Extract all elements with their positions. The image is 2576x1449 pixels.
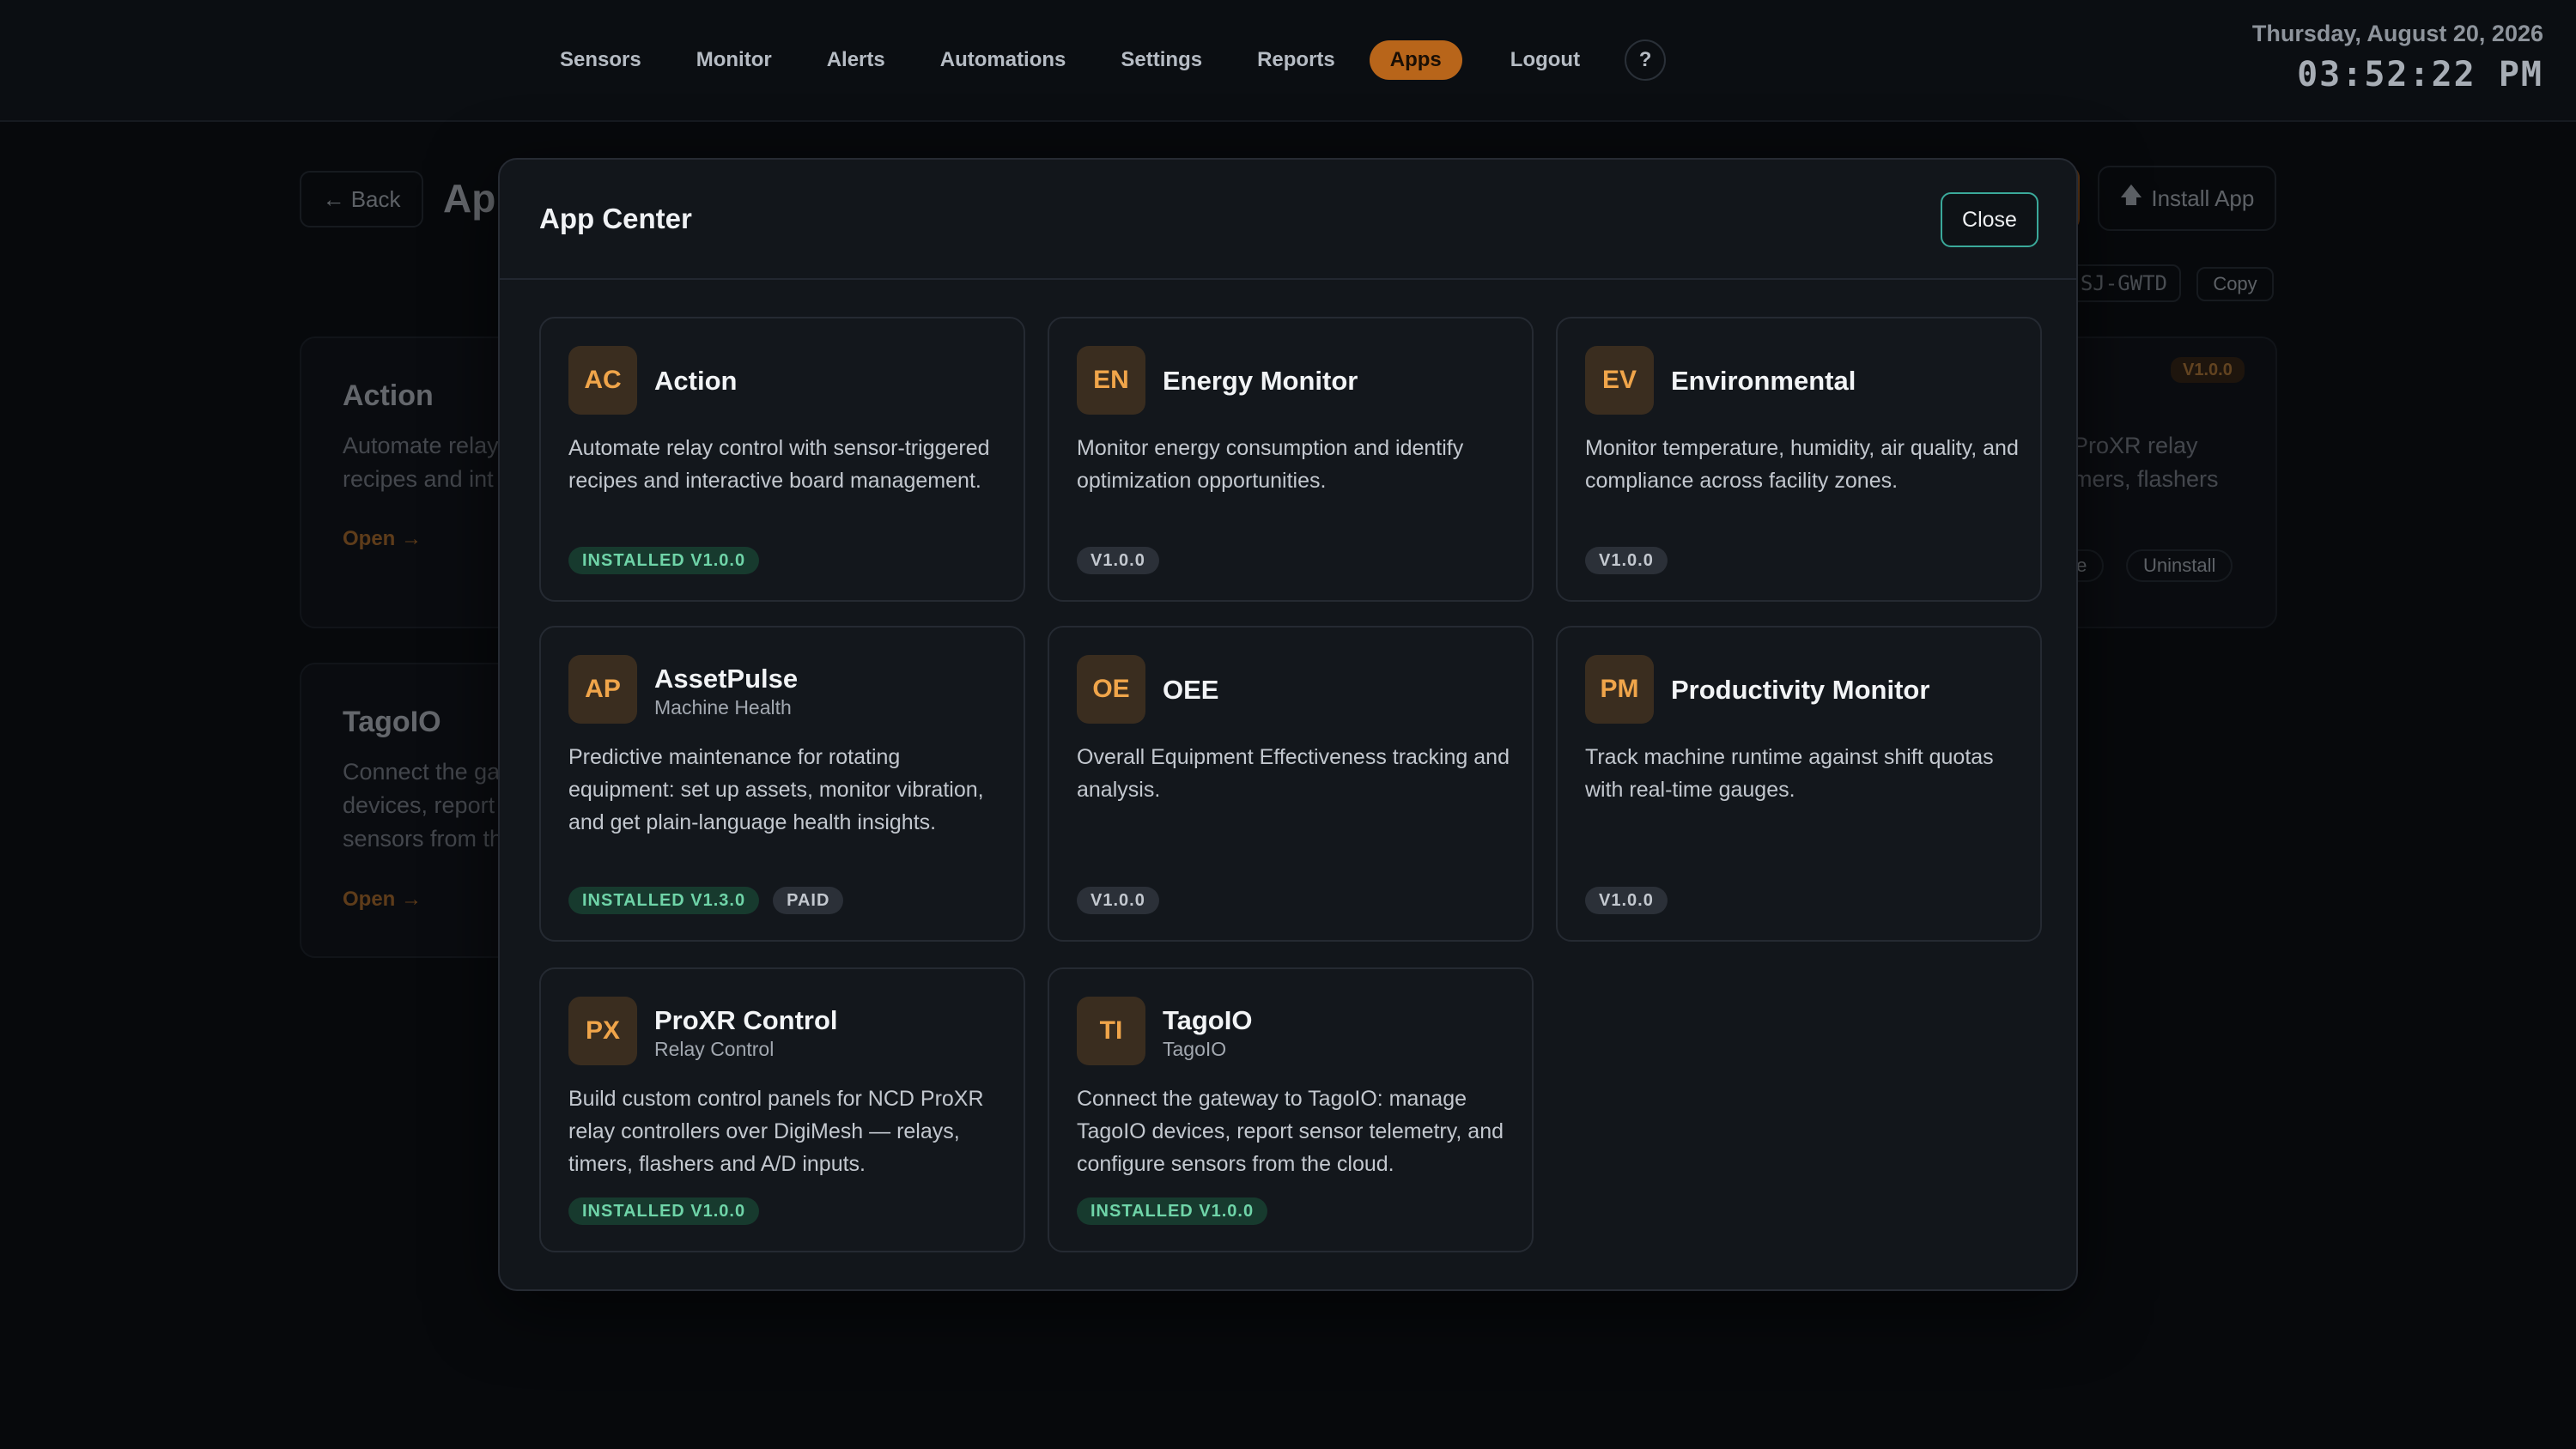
app-card-proxr-control[interactable]: PX ProXR Control Relay Control Build cus… bbox=[539, 967, 1025, 1252]
nav-item-settings[interactable]: Settings bbox=[1093, 40, 1230, 80]
app-badges: INSTALLED V1.0.0 bbox=[568, 1197, 760, 1225]
clock-time: 03:52:22 PM bbox=[2297, 55, 2543, 94]
app-icon: OE bbox=[1077, 655, 1145, 724]
app-icon: EN bbox=[1077, 346, 1145, 415]
version-badge: V1.0.0 bbox=[1077, 547, 1159, 574]
bg-card-desc: ProXR relay mers, flashers bbox=[2073, 429, 2219, 496]
app-icon: TI bbox=[1077, 997, 1145, 1065]
app-badges: INSTALLED V1.0.0 bbox=[1077, 1197, 1268, 1225]
app-name: AssetPulse bbox=[654, 664, 799, 694]
app-icon: AP bbox=[568, 655, 637, 724]
app-subtitle: TagoIO bbox=[1163, 1038, 1227, 1060]
app-badges: V1.0.0 bbox=[1077, 547, 1159, 574]
app-badges: INSTALLED V1.0.0 bbox=[568, 547, 760, 574]
app-name: ProXR Control bbox=[654, 1005, 838, 1035]
gateway-code: SJ-GWTD bbox=[2069, 264, 2181, 302]
version-badge: V1.0.0 bbox=[1585, 887, 1668, 914]
installed-badge: INSTALLED V1.0.0 bbox=[1077, 1197, 1268, 1225]
app-description: Monitor temperature, humidity, air quali… bbox=[1585, 436, 2019, 493]
help-button[interactable]: ? bbox=[1625, 39, 1667, 81]
modal-title: App Center bbox=[539, 203, 692, 234]
bg-card-title: TagoIO bbox=[343, 706, 441, 738]
version-badge: V1.0.0 bbox=[1585, 547, 1668, 574]
app-subtitle: Relay Control bbox=[654, 1038, 775, 1060]
app-name: Environmental bbox=[1671, 366, 1856, 396]
app-description: Build custom control panels for NCD ProX… bbox=[568, 1087, 984, 1176]
nav-item-automations[interactable]: Automations bbox=[913, 40, 1094, 80]
app-name: Action bbox=[654, 366, 738, 396]
main-nav: Sensors Monitor Alerts Automations Setti… bbox=[532, 39, 1667, 81]
installed-badge: INSTALLED V1.0.0 bbox=[568, 547, 760, 574]
install-app-label: Install App bbox=[2151, 185, 2255, 211]
modal-header: App Center Close bbox=[500, 160, 2076, 280]
app-description: Connect the gateway to TagoIO: manage Ta… bbox=[1077, 1087, 1504, 1176]
nav-item-alerts[interactable]: Alerts bbox=[799, 40, 913, 80]
bg-card-title: Action bbox=[343, 379, 434, 412]
app-card-tagoio[interactable]: TI TagoIO TagoIO Connect the gateway to … bbox=[1048, 967, 1534, 1252]
app-description: Monitor energy consumption and identify … bbox=[1077, 436, 1464, 493]
bg-card-open-link[interactable]: Open → bbox=[343, 527, 422, 551]
nav-item-logout[interactable]: Logout bbox=[1483, 40, 1607, 80]
nav-item-monitor[interactable]: Monitor bbox=[669, 40, 799, 80]
app-icon: AC bbox=[568, 346, 637, 415]
app-icon: PX bbox=[568, 997, 637, 1065]
app-badges: V1.0.0 bbox=[1077, 887, 1159, 914]
app-card-action[interactable]: AC Action Automate relay control with se… bbox=[539, 317, 1025, 602]
app-name: Productivity Monitor bbox=[1671, 675, 1930, 705]
bg-card-desc-line: mers, flashers bbox=[2073, 466, 2219, 492]
paid-badge: PAID bbox=[773, 887, 844, 914]
app-card-assetpulse[interactable]: AP AssetPulse Machine Health Predictive … bbox=[539, 626, 1025, 942]
app-description: Automate relay control with sensor-trigg… bbox=[568, 436, 990, 493]
bg-card-open-link[interactable]: Open → bbox=[343, 888, 422, 912]
bg-card-desc-line: ProXR relay bbox=[2073, 433, 2198, 458]
app-subtitle: Machine Health bbox=[654, 696, 792, 718]
nav-item-reports[interactable]: Reports bbox=[1230, 40, 1363, 80]
app-badges: INSTALLED V1.3.0 PAID bbox=[568, 887, 844, 914]
installed-badge: INSTALLED V1.0.0 bbox=[568, 1197, 760, 1225]
app-center-modal: App Center Close AC Action Automate rela… bbox=[498, 158, 2078, 1291]
version-badge: V1.0.0 bbox=[1077, 887, 1159, 914]
app-card-productivity-monitor[interactable]: PM Productivity Monitor Track machine ru… bbox=[1556, 626, 2042, 942]
app-description: Track machine runtime against shift quot… bbox=[1585, 745, 1994, 802]
app-badges: V1.0.0 bbox=[1585, 887, 1668, 914]
clock-date: Thursday, August 20, 2026 bbox=[2251, 21, 2543, 46]
app-name: Energy Monitor bbox=[1163, 366, 1358, 396]
install-app-button[interactable]: 🡅 Install App bbox=[2098, 166, 2276, 231]
app-card-energy-monitor[interactable]: EN Energy Monitor Monitor energy consump… bbox=[1048, 317, 1534, 602]
upload-arrow-icon: 🡅 bbox=[2119, 182, 2143, 208]
app-name: OEE bbox=[1163, 675, 1219, 705]
app-description: Overall Equipment Effectiveness tracking… bbox=[1077, 745, 1510, 802]
close-button[interactable]: Close bbox=[1941, 192, 2038, 247]
app-icon: EV bbox=[1585, 346, 1654, 415]
page-title: Ap bbox=[443, 176, 496, 221]
nav-item-apps[interactable]: Apps bbox=[1369, 40, 1462, 80]
copy-button[interactable]: Copy bbox=[2196, 267, 2274, 301]
app-badges: V1.0.0 bbox=[1585, 547, 1668, 574]
top-nav-bar: Sensors Monitor Alerts Automations Setti… bbox=[0, 0, 2576, 122]
app-card-oee[interactable]: OE OEE Overall Equipment Effectiveness t… bbox=[1048, 626, 1534, 942]
app-name: TagoIO bbox=[1163, 1005, 1253, 1035]
nav-item-sensors[interactable]: Sensors bbox=[532, 40, 669, 80]
bg-uninstall-button[interactable]: Uninstall bbox=[2126, 549, 2233, 582]
bg-version-badge: V1.0.0 bbox=[2171, 357, 2245, 383]
app-card-environmental[interactable]: EV Environmental Monitor temperature, hu… bbox=[1556, 317, 2042, 602]
app-description: Predictive maintenance for rotating equi… bbox=[568, 745, 984, 834]
app-icon: PM bbox=[1585, 655, 1654, 724]
installed-badge: INSTALLED V1.3.0 bbox=[568, 887, 760, 914]
back-button[interactable]: ← Back bbox=[300, 171, 423, 227]
